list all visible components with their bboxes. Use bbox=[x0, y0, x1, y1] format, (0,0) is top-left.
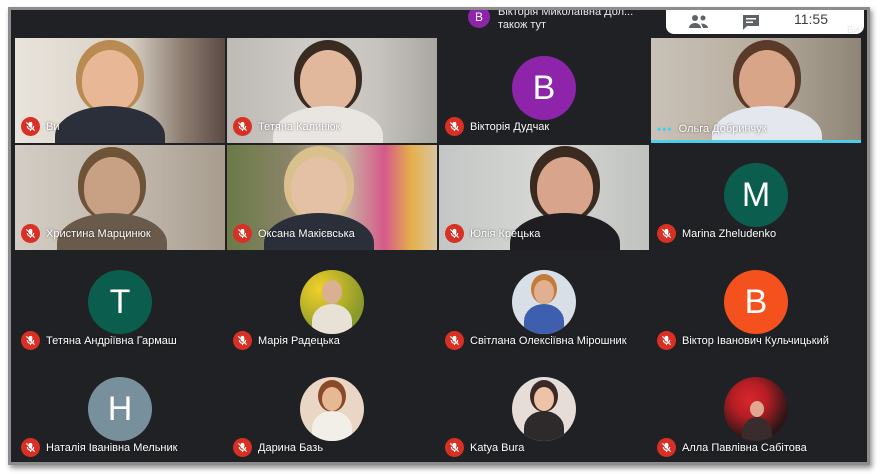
join-notification[interactable]: В Вікторія Миколаївна Дол... також тут bbox=[461, 10, 667, 34]
participant-tile-you[interactable]: Ви bbox=[15, 38, 225, 143]
participant-name: Katya Bura bbox=[470, 441, 525, 454]
participant-tile[interactable]: M Marina Zheludenko bbox=[651, 145, 861, 250]
speaking-indicator-icon: ••• bbox=[657, 122, 673, 136]
avatar bbox=[300, 270, 364, 334]
mic-off-icon bbox=[445, 438, 464, 457]
participant-tile[interactable]: Марія Радецька bbox=[227, 252, 437, 357]
mic-off-icon bbox=[445, 331, 464, 350]
participant-tile[interactable]: H Наталія Іванівна Мельник bbox=[15, 359, 225, 462]
participant-tile[interactable]: Katya Bura bbox=[439, 359, 649, 462]
participant-tile[interactable]: Дарина Базь bbox=[227, 359, 437, 462]
participant-name: Марія Радецька bbox=[258, 334, 340, 347]
mic-off-icon bbox=[233, 331, 252, 350]
participant-tile[interactable]: T Тетяна Андріївна Гармаш bbox=[15, 252, 225, 357]
avatar: В bbox=[512, 56, 576, 120]
notification-text: також тут bbox=[498, 19, 547, 31]
participant-tile[interactable]: Алла Павлівна Сабітова bbox=[651, 359, 861, 462]
avatar: H bbox=[88, 377, 152, 441]
participant-tile[interactable]: Христина Марцинюк bbox=[15, 145, 225, 250]
mic-off-icon bbox=[657, 331, 676, 350]
mic-off-icon bbox=[233, 224, 252, 243]
participant-name: Тетяна Калинюк bbox=[258, 120, 341, 133]
person-silhouette bbox=[54, 50, 165, 143]
notification-name: Вікторія Миколаївна Дол... bbox=[498, 7, 634, 18]
mic-off-icon bbox=[21, 331, 40, 350]
self-label: Ви bbox=[847, 25, 860, 36]
participant-name: Світлана Олексіївна Мірошник bbox=[470, 334, 627, 347]
participant-name: Оксана Макієвська bbox=[258, 227, 355, 240]
person-silhouette bbox=[510, 157, 620, 250]
participant-tile[interactable]: Юлія Крецька bbox=[439, 145, 649, 250]
avatar bbox=[724, 377, 788, 441]
mic-off-icon bbox=[445, 224, 464, 243]
mic-off-icon bbox=[21, 224, 40, 243]
participant-tile[interactable]: Оксана Макієвська bbox=[227, 145, 437, 250]
mic-off-icon bbox=[445, 117, 464, 136]
participant-name: Ви bbox=[46, 120, 60, 133]
participant-name: Наталія Іванівна Мельник bbox=[46, 441, 178, 454]
chat-icon[interactable] bbox=[741, 13, 761, 36]
participant-name: Алла Павлівна Сабітова bbox=[682, 441, 807, 454]
avatar: B bbox=[724, 270, 788, 334]
participant-tile[interactable]: Світлана Олексіївна Мірошник bbox=[439, 252, 649, 357]
participant-name: Ольга Добринчук bbox=[678, 123, 767, 135]
participant-name: Христина Марцинюк bbox=[46, 227, 151, 240]
participant-tile[interactable]: B Віктор Іванович Кульчицький bbox=[651, 252, 861, 357]
mic-off-icon bbox=[657, 438, 676, 457]
mic-off-icon bbox=[21, 117, 40, 136]
mic-off-icon bbox=[233, 438, 252, 457]
top-toolbar: 11:55 bbox=[666, 10, 864, 34]
participant-name: Юлія Крецька bbox=[470, 227, 541, 240]
avatar bbox=[512, 270, 576, 334]
meeting-window: Ви Тетяна Калинюк В Вікторія Дудчак ••• … bbox=[8, 7, 870, 465]
notification-avatar: В bbox=[468, 10, 490, 28]
avatar: M bbox=[724, 163, 788, 227]
mic-off-icon bbox=[657, 224, 676, 243]
clock-time: 11:55 bbox=[794, 11, 828, 27]
participant-name: Віктор Іванович Кульчицький bbox=[682, 334, 829, 347]
participant-tile-speaking[interactable]: ••• Ольга Добринчук bbox=[651, 38, 861, 143]
avatar: T bbox=[88, 270, 152, 334]
participant-tile[interactable]: Тетяна Калинюк bbox=[227, 38, 437, 143]
mic-off-icon bbox=[21, 438, 40, 457]
participant-tile[interactable]: В Вікторія Дудчак bbox=[439, 38, 649, 143]
participant-name: Тетяна Андріївна Гармаш bbox=[46, 334, 177, 347]
speaking-bar bbox=[651, 140, 861, 143]
mic-off-icon bbox=[233, 117, 252, 136]
participant-name: Вікторія Дудчак bbox=[470, 120, 550, 133]
participant-name: Marina Zheludenko bbox=[682, 227, 777, 240]
avatar bbox=[512, 377, 576, 441]
participant-name: Дарина Базь bbox=[258, 441, 324, 454]
people-icon[interactable] bbox=[688, 13, 710, 36]
avatar bbox=[300, 377, 364, 441]
